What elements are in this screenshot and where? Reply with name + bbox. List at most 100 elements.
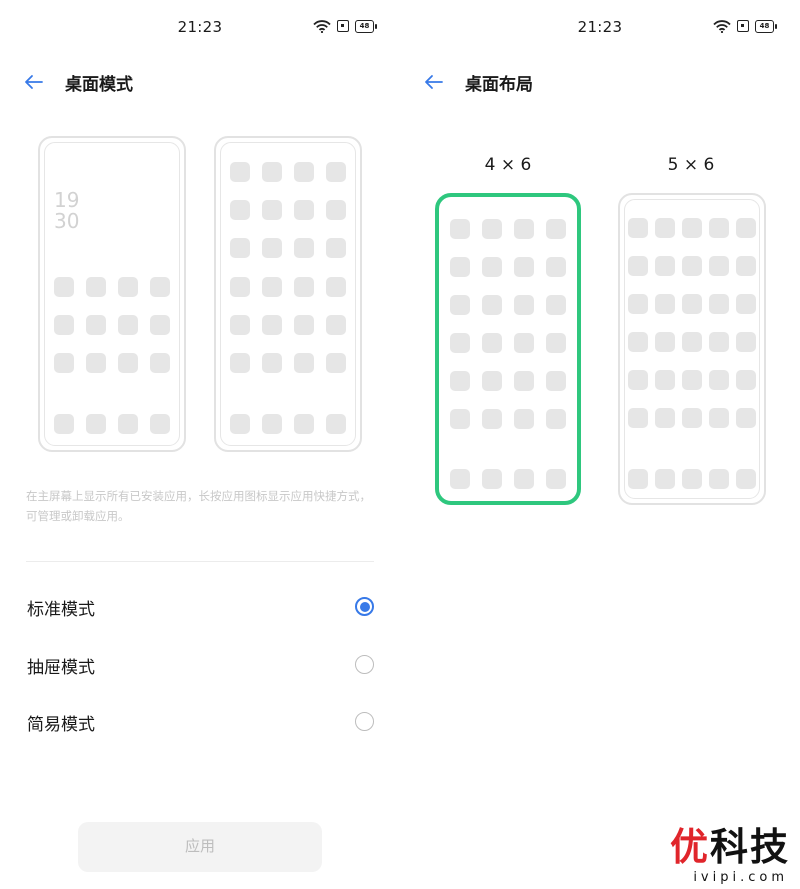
app-icon-placeholder [118,414,138,434]
app-icon-placeholder [450,469,470,489]
page-title: 桌面布局 [465,75,533,95]
header: 桌面布局 [400,62,800,102]
apply-button[interactable]: 应用 [78,822,322,872]
app-icon-placeholder [86,353,106,373]
preview-clock: 19 30 [54,188,80,233]
app-icon-placeholder [230,315,250,335]
app-icon-placeholder [546,409,566,429]
watermark-text: 优科技 [669,825,790,869]
app-icon-placeholder [262,238,282,258]
app-icon-placeholder [546,371,566,391]
app-icon-placeholder [450,257,470,277]
back-arrow-icon[interactable] [422,70,446,94]
app-icon-placeholder [628,370,648,390]
app-icon-placeholder [628,469,648,489]
app-icon-placeholder [262,315,282,335]
app-icon-placeholder [262,162,282,182]
option-simple-mode[interactable]: 简易模式 [0,697,400,747]
app-icon-placeholder [326,162,346,182]
option-label: 简易模式 [27,715,95,735]
page-title: 桌面模式 [65,75,133,95]
app-icon-placeholder [514,219,534,239]
app-icon-placeholder [150,315,170,335]
app-icon-placeholder [546,333,566,353]
app-icon-placeholder [682,469,702,489]
app-icon-placeholder [628,294,648,314]
app-icon-placeholder [54,315,74,335]
battery-icon: 48 [755,19,777,33]
app-icon-placeholder [118,315,138,335]
app-icon-placeholder [294,200,314,220]
app-icon-placeholder [514,469,534,489]
back-arrow-icon[interactable] [22,70,46,94]
app-icon-placeholder [482,469,502,489]
app-icon-placeholder [709,294,729,314]
app-icon-placeholder [294,162,314,182]
app-icon-placeholder [262,414,282,434]
app-icon-placeholder [514,409,534,429]
app-icon-placeholder [628,332,648,352]
app-icon-placeholder [294,277,314,297]
sim-icon [337,20,349,32]
app-icon-placeholder [230,414,250,434]
battery-icon: 48 [355,19,377,33]
watermark-logo: 优科技 ivipi.com [664,824,794,886]
radio-checked-icon[interactable] [355,597,374,616]
app-icon-placeholder [736,294,756,314]
app-icon-placeholder [482,333,502,353]
app-icon-placeholder [682,256,702,276]
layout-label-4x6: 4 × 6 [484,155,532,175]
radio-unchecked-icon[interactable] [355,712,374,731]
app-icon-placeholder [628,218,648,238]
option-drawer-mode[interactable]: 抽屉模式 [0,640,400,690]
desktop-layout-screen: 21:23 48 桌面布局 4 × 6 5 × 6 优科技 ivipi.com [400,0,800,889]
option-standard-mode[interactable]: 标准模式 [0,582,400,632]
option-label: 标准模式 [27,600,95,620]
app-icon-placeholder [655,256,675,276]
app-icon-placeholder [655,408,675,428]
app-icon-placeholder [736,469,756,489]
sim-icon [737,20,749,32]
app-icon-placeholder [682,332,702,352]
app-icon-placeholder [682,294,702,314]
layout-4x6-preview[interactable] [435,193,581,505]
header: 桌面模式 [0,62,400,102]
app-icon-placeholder [546,469,566,489]
app-icon-placeholder [230,200,250,220]
app-icon-placeholder [262,200,282,220]
app-icon-placeholder [326,238,346,258]
mode-description: 在主屏幕上显示所有已安装应用，长按应用图标显示应用快捷方式，可管理或卸载应用。 [26,489,371,523]
app-icon-placeholder [628,408,648,428]
app-icon-placeholder [736,332,756,352]
app-icon-placeholder [450,371,470,391]
app-icon-placeholder [482,219,502,239]
app-icon-placeholder [230,277,250,297]
app-icon-placeholder [326,315,346,335]
app-icon-placeholder [655,332,675,352]
app-icon-placeholder [326,277,346,297]
app-icon-placeholder [294,353,314,373]
app-icon-placeholder [262,353,282,373]
drawer-mode-preview[interactable] [214,136,362,452]
app-icon-placeholder [736,408,756,428]
app-icon-placeholder [118,277,138,297]
app-icon-placeholder [655,469,675,489]
app-icon-placeholder [326,200,346,220]
status-icons: 48 [313,18,377,34]
app-icon-placeholder [54,353,74,373]
app-icon-placeholder [86,277,106,297]
app-icon-placeholder [450,295,470,315]
app-icon-placeholder [262,277,282,297]
app-icon-placeholder [655,370,675,390]
standard-mode-preview[interactable]: 19 30 [38,136,186,452]
app-icon-placeholder [514,333,534,353]
radio-unchecked-icon[interactable] [355,655,374,674]
app-icon-placeholder [326,353,346,373]
app-icon-placeholder [514,257,534,277]
app-icon-placeholder [546,219,566,239]
app-icon-placeholder [736,370,756,390]
status-bar: 21:23 48 [0,0,400,50]
layout-5x6-preview[interactable] [618,193,766,505]
app-icon-placeholder [628,256,648,276]
app-icon-placeholder [514,295,534,315]
